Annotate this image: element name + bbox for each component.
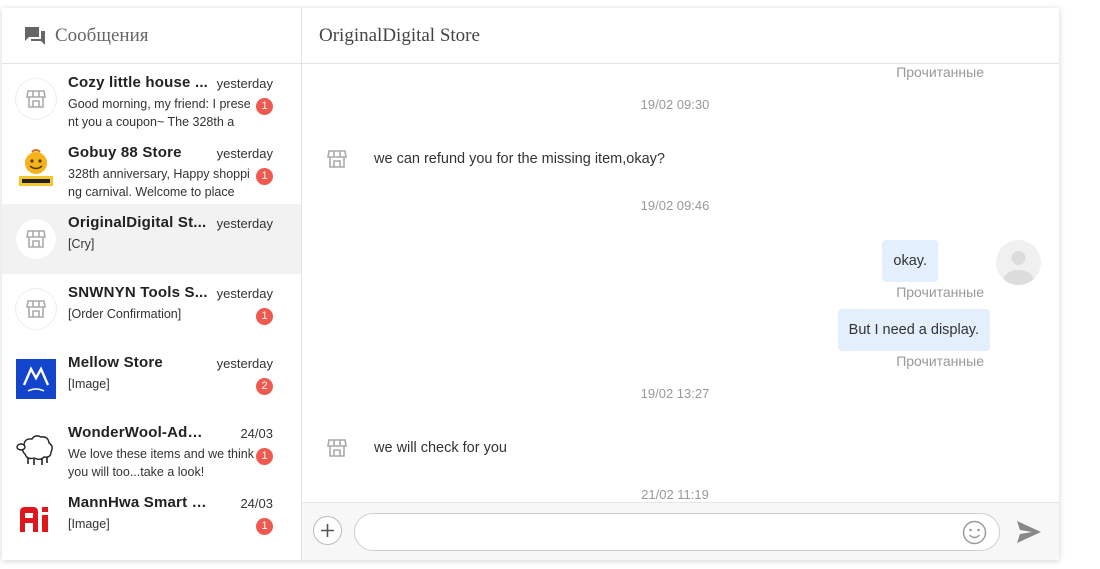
sidebar-header: Сообщения (2, 8, 301, 64)
conversation-time: yesterday (216, 216, 273, 231)
unread-badge: 1 (256, 98, 273, 115)
timestamp: 21/02 11:19 (641, 487, 709, 502)
conversation-item-active[interactable]: OriginalDigital St... yesterday [Cry] (2, 204, 301, 274)
timestamp: 19/02 13:27 (640, 386, 710, 401)
conversation-name: MannHwa Smart Ho... (68, 494, 210, 511)
store-icon (26, 300, 46, 318)
unread-badge: 1 (256, 168, 273, 185)
conversation-name: OriginalDigital St... (68, 214, 207, 231)
send-icon[interactable] (1016, 520, 1042, 544)
conversation-item[interactable]: Mellow Store yesterday [Image] 2 (2, 344, 301, 414)
conversation-name: SNWNYN Tools S... (68, 284, 208, 301)
read-status: Прочитанные (896, 64, 984, 80)
chat-bubbles-icon (25, 26, 45, 45)
conversation-name: WonderWool-Adult ... (68, 424, 210, 441)
conversation-item[interactable]: Gobuy 88 Store yesterday 328th anniversa… (2, 134, 301, 204)
person-icon (1003, 251, 1034, 285)
conversation-time: yesterday (216, 356, 273, 371)
timestamp: 19/02 09:30 (640, 97, 710, 112)
messenger-window: Сообщения Cozy little house ... yesterda… (2, 8, 1059, 560)
emoji-icon[interactable] (962, 520, 987, 545)
store-icon (26, 90, 46, 108)
conversation-time: 24/03 (240, 496, 273, 511)
add-attachment-button[interactable] (313, 516, 342, 545)
conversation-time: yesterday (216, 286, 273, 301)
store-avatar (15, 288, 57, 330)
message-history[interactable]: Прочитанные 19/02 09:30 we can refund yo… (302, 64, 1059, 502)
store-icon (327, 150, 347, 168)
unread-badge: 2 (256, 378, 273, 395)
store-avatar (15, 358, 57, 400)
conversation-time: yesterday (216, 146, 273, 161)
unread-badge: 1 (256, 518, 273, 535)
ai-logo-icon (20, 507, 48, 532)
conversation-item[interactable]: MannHwa Smart Ho... 24/03 [Image] 1 (2, 484, 301, 554)
conversation-preview: We love these items and we think you wil… (68, 447, 254, 479)
chat-header: OriginalDigital Store (302, 8, 1059, 64)
mellow-logo-icon (16, 359, 56, 399)
conversation-name: Cozy little house ... (68, 74, 209, 91)
conversation-preview: 328th anniversary, Happy shopping carniv… (68, 167, 250, 199)
store-avatar (15, 428, 57, 470)
store-avatar (15, 148, 57, 190)
chat-panel: OriginalDigital Store Прочитанные 19/02 … (302, 8, 1059, 560)
timestamp: 19/02 09:46 (640, 198, 710, 213)
conversation-preview: [Cry] (68, 237, 95, 251)
store-avatar (15, 218, 57, 260)
store-avatar (15, 498, 57, 540)
conversation-name: Gobuy 88 Store (68, 144, 182, 161)
conversation-time: yesterday (216, 76, 273, 91)
incoming-message: we can refund you for the missing item,o… (322, 144, 665, 174)
store-avatar (15, 78, 57, 120)
message-text: we will check for you (374, 440, 507, 456)
conversation-preview: [Order Confirmation] (68, 307, 182, 321)
conversation-name: Mellow Store (68, 354, 163, 371)
unread-badge: 1 (256, 308, 273, 325)
conversation-preview: [Image] (68, 377, 110, 391)
store-icon (26, 230, 46, 248)
message-input[interactable] (371, 514, 961, 550)
message-text: we can refund you for the missing item,o… (374, 151, 665, 167)
read-status: Прочитанные (896, 353, 984, 369)
store-icon (327, 439, 347, 457)
outgoing-message: okay. (882, 240, 938, 282)
outgoing-message: But I need a display. (837, 309, 990, 351)
conversation-preview: [Image] (68, 517, 110, 531)
plus-icon (321, 524, 334, 537)
sidebar-title: Сообщения (55, 24, 149, 46)
conversation-list: Cozy little house ... yesterday Good mor… (2, 64, 301, 560)
incoming-message: we will check for you (322, 433, 507, 463)
conversation-time: 24/03 (240, 426, 273, 441)
chat-title: OriginalDigital Store (319, 24, 480, 46)
conversation-sidebar: Сообщения Cozy little house ... yesterda… (2, 8, 302, 560)
conversation-item[interactable]: Cozy little house ... yesterday Good mor… (2, 64, 301, 134)
unread-badge: 1 (256, 448, 273, 465)
message-input-box (354, 513, 1000, 551)
welcome-logo-icon (19, 149, 53, 186)
conversation-item[interactable]: WonderWool-Adult ... 24/03 We love these… (2, 414, 301, 484)
shop-avatar (322, 433, 352, 463)
conversation-preview: Good morning, my friend: I present you a… (68, 97, 251, 129)
read-status: Прочитанные (896, 284, 984, 300)
sheep-logo-icon (16, 435, 53, 465)
user-avatar (996, 240, 1041, 285)
conversation-item[interactable]: SNWNYN Tools S... yesterday [Order Confi… (2, 274, 301, 344)
shop-avatar (322, 144, 352, 174)
message-composer (302, 502, 1059, 560)
